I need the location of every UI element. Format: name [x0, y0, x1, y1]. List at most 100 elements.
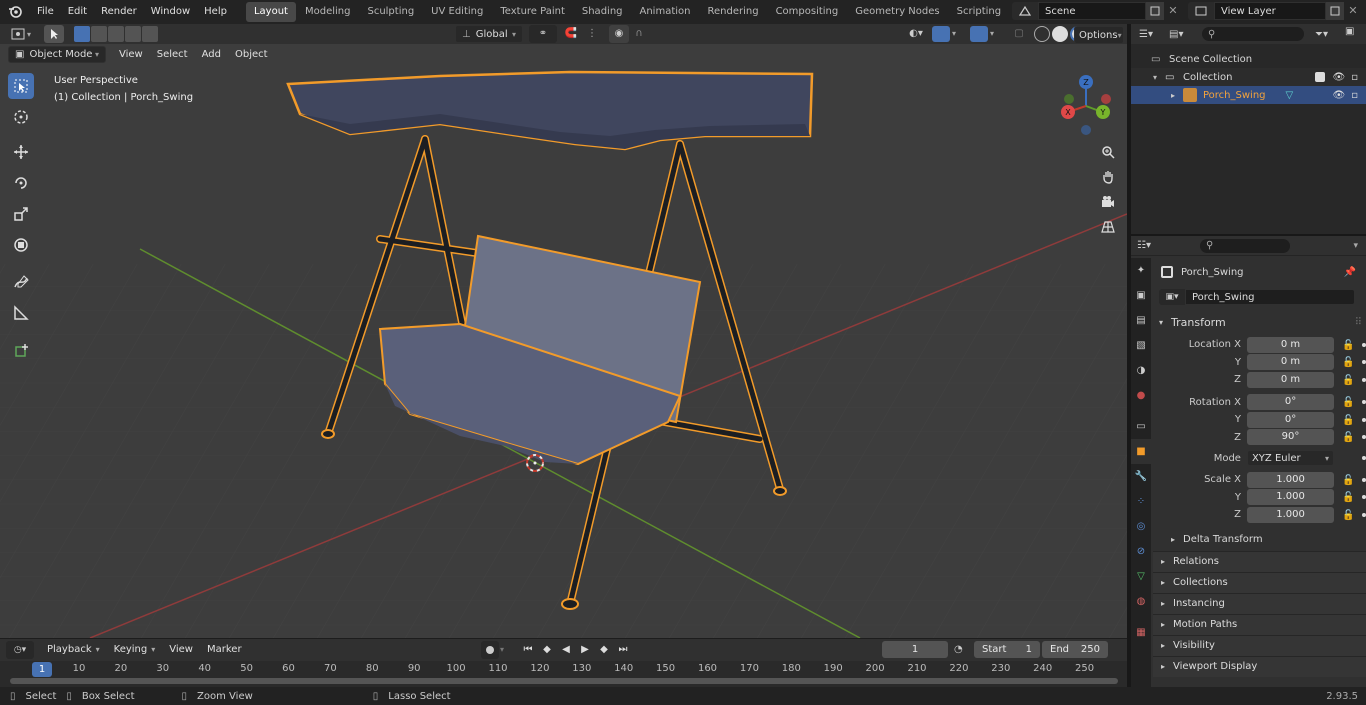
tab-rendering[interactable]: Rendering [699, 2, 766, 22]
tab-texture-paint[interactable]: Texture Paint [492, 2, 573, 22]
pan-hand-icon[interactable] [1096, 165, 1120, 189]
select-intersect-icon[interactable] [142, 26, 158, 42]
scene-tab-icon[interactable]: ◑ [1131, 358, 1151, 383]
timeline-editor-icon[interactable]: ◷▾ [6, 641, 34, 659]
keyframe-dot-icon[interactable] [1362, 400, 1366, 405]
datablock-type-icon[interactable]: ▣▾ [1159, 289, 1185, 305]
jump-end-icon[interactable]: ⏭ [614, 641, 632, 659]
mesh-data-icon[interactable]: ▽ [1286, 90, 1294, 101]
play-icon[interactable]: ▶ [576, 641, 594, 659]
viewport-menu-view[interactable]: View [112, 46, 150, 63]
visibility-filter-icon[interactable]: ◐▾ [902, 26, 930, 42]
start-frame-field[interactable]: Start 1 [974, 641, 1040, 658]
keyframe-dot-icon[interactable] [1362, 417, 1366, 422]
location-x-field[interactable]: 0 m [1247, 336, 1335, 353]
menu-window[interactable]: Window [144, 0, 197, 24]
select-subtract-icon[interactable] [108, 26, 124, 42]
timeline-menu-marker[interactable]: Marker [200, 641, 249, 659]
eye-icon[interactable]: 👁 [1333, 72, 1346, 83]
viewport-menu-object[interactable]: Object [228, 46, 275, 63]
lock-icon[interactable]: 🔓 [1342, 492, 1354, 503]
lock-icon[interactable]: 🔓 [1342, 415, 1354, 426]
outliner-editor-icon[interactable]: ☰▾ [1139, 29, 1165, 40]
falloff-icon[interactable]: ∩ [629, 25, 649, 43]
record-icon[interactable] [481, 641, 499, 659]
constraints-tab-icon[interactable]: ⊘ [1131, 539, 1151, 564]
tweak-tool-icon[interactable] [44, 25, 64, 43]
pivot-icon[interactable]: ⚭ [529, 25, 557, 43]
render-tab-icon[interactable]: ▣ [1131, 283, 1151, 308]
panel-relations[interactable]: ▸ Relations [1153, 550, 1366, 572]
texture-tab-icon[interactable]: ▦ [1131, 620, 1151, 645]
properties-search-input[interactable]: ⚲ [1199, 237, 1291, 254]
drag-handle-icon[interactable]: ⠿ [1355, 317, 1362, 328]
solid-shading-icon[interactable] [1052, 26, 1068, 42]
stopwatch-icon[interactable]: ◔ [954, 644, 974, 655]
keyframe-dot-icon[interactable] [1362, 477, 1366, 482]
select-new-icon[interactable] [74, 26, 90, 42]
tab-shading[interactable]: Shading [574, 2, 631, 22]
menu-render[interactable]: Render [94, 0, 144, 24]
tab-sculpting[interactable]: Sculpting [359, 2, 422, 22]
eye-icon[interactable]: 👁 [1333, 90, 1346, 101]
zoom-icon[interactable] [1096, 140, 1120, 164]
panel-viewport-display[interactable]: ▸ Viewport Display [1153, 655, 1366, 677]
new-scene-icon[interactable] [1146, 2, 1164, 20]
menu-help[interactable]: Help [197, 0, 234, 24]
lock-icon[interactable]: 🔓 [1342, 397, 1354, 408]
data-tab-icon[interactable]: ▽ [1131, 564, 1151, 589]
lock-icon[interactable]: 🔓 [1342, 340, 1354, 351]
timeline-menu-playback[interactable]: Playback ▾ [40, 641, 107, 659]
overlay-menu-icon[interactable]: ▾ [990, 26, 1000, 42]
end-frame-field[interactable]: End 250 [1042, 641, 1108, 658]
cursor-tool[interactable] [8, 104, 34, 130]
tool-tab-icon[interactable]: ✦ [1131, 258, 1151, 283]
rotation-x-field[interactable]: 0° [1247, 394, 1335, 411]
filter-icon[interactable]: ⏷▾ [1315, 29, 1341, 40]
tab-animation[interactable]: Animation [632, 2, 699, 22]
timeline-ruler[interactable]: 1 10 20 30 40 50 60 70 80 90 100 110 120 130 140 150 16… [0, 661, 1127, 687]
transform-tool[interactable] [8, 232, 34, 258]
view-layer-icon[interactable] [1188, 2, 1214, 20]
keyframe-dot-icon[interactable] [1362, 495, 1366, 500]
gizmo-menu-icon[interactable]: ▾ [952, 26, 962, 42]
location-y-field[interactable]: 0 m [1247, 354, 1335, 371]
view-layer-tab-icon[interactable]: ▧ [1131, 333, 1151, 358]
keyframe-dot-icon[interactable] [1362, 456, 1366, 460]
jump-start-icon[interactable]: ⏮ [519, 641, 537, 659]
new-collection-icon[interactable]: ▣ [1345, 26, 1363, 42]
outliner-row-scene-collection[interactable]: ▭ Scene Collection [1131, 50, 1366, 68]
camera-icon[interactable]: ▫ [1351, 90, 1358, 101]
delete-scene-icon[interactable]: ✕ [1164, 2, 1182, 20]
lock-icon[interactable]: 🔓 [1342, 510, 1354, 521]
3d-viewport[interactable]: Z X Y User Perspective (1) Collection | … [0, 44, 1127, 638]
keyframe-dot-icon[interactable] [1362, 377, 1366, 382]
keyframe-dot-icon[interactable] [1362, 435, 1366, 440]
rotation-z-field[interactable]: 90° [1247, 429, 1335, 446]
viewport-menu-select[interactable]: Select [150, 46, 195, 63]
navigation-gizmo[interactable]: Z X Y [1061, 75, 1111, 135]
checkbox-icon[interactable] [1314, 72, 1325, 82]
panel-visibility[interactable]: ▸ Visibility [1153, 634, 1366, 656]
prev-keyframe-icon[interactable]: ◆ [538, 641, 556, 659]
keying-options-icon[interactable]: ▾ [500, 641, 514, 659]
properties-options-icon[interactable]: ▾ [1353, 241, 1358, 251]
transform-panel-header[interactable]: ▾ Transform ⠿ [1153, 312, 1366, 332]
object-name-field[interactable]: Porch_Swing [1185, 289, 1355, 305]
tab-uv-editing[interactable]: UV Editing [423, 2, 491, 22]
xray-icon[interactable]: ▢ [1010, 26, 1028, 42]
snap-target-icon[interactable]: ⋮ [581, 25, 603, 43]
menu-edit[interactable]: Edit [61, 0, 94, 24]
keyframe-dot-icon[interactable] [1362, 512, 1366, 517]
lock-icon[interactable]: 🔓 [1342, 357, 1354, 368]
mode-dropdown[interactable]: ▣ Object Mode ▾ [8, 46, 106, 63]
blender-logo-icon[interactable] [0, 0, 30, 24]
view-layer-field[interactable]: View Layer [1214, 2, 1326, 20]
expand-icon[interactable]: ▸ [1171, 91, 1183, 100]
next-keyframe-icon[interactable]: ◆ [595, 641, 613, 659]
panel-instancing[interactable]: ▸ Instancing [1153, 592, 1366, 614]
timeline-scrollbar[interactable] [10, 678, 1118, 684]
rotation-mode-dropdown[interactable]: XYZ Euler ▾ [1246, 450, 1335, 466]
editor-type-icon[interactable]: ▾ [6, 25, 36, 43]
collection-tab-icon[interactable]: ▭ [1131, 414, 1151, 439]
